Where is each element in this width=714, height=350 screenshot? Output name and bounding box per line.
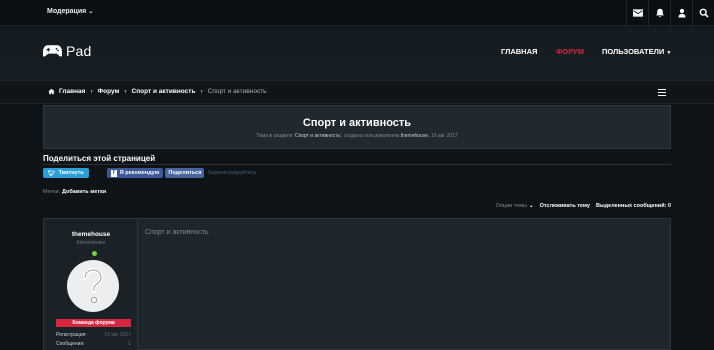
post: themehouse Administrator Команда форума … bbox=[43, 218, 671, 350]
thread-description: Тема в разделе 'Спорт и активность', соз… bbox=[256, 133, 458, 139]
fb-signup-link[interactable]: Зарегистрируйтесь bbox=[207, 170, 256, 176]
moderation-menu[interactable]: Модерация ⌄ bbox=[47, 8, 93, 15]
tweet-label: Твитнуть bbox=[58, 170, 84, 176]
watch-thread-link[interactable]: Отслеживать тему bbox=[540, 203, 590, 209]
fb-recommend-label: Я рекомендую bbox=[119, 170, 160, 176]
breadcrumb: Главная › Форум › Спорт и активность › С… bbox=[48, 88, 267, 95]
home-icon bbox=[48, 88, 55, 95]
desc-prefix: Тема в разделе ' bbox=[256, 133, 295, 139]
facebook-share-button[interactable]: Поделиться bbox=[165, 168, 205, 178]
top-icons bbox=[626, 0, 714, 26]
breadcrumb-forum[interactable]: Форум bbox=[98, 88, 120, 95]
bell-icon[interactable] bbox=[648, 0, 670, 26]
stat-messages-value[interactable]: 1 bbox=[128, 341, 131, 347]
stat-messages-label: Сообщения: bbox=[56, 341, 85, 347]
desc-section-link[interactable]: Спорт и активность bbox=[295, 133, 340, 139]
avatar[interactable] bbox=[67, 260, 119, 312]
breadcrumb-bar: Главная › Форум › Спорт и активность › С… bbox=[0, 80, 714, 104]
fb-share-label: Поделиться bbox=[168, 170, 202, 176]
menu-icon[interactable] bbox=[658, 89, 666, 97]
site-header: Pad ГЛАВНАЯ ФОРУМ ПОЛЬЗОВАТЕЛИ ▼ bbox=[0, 26, 714, 80]
thread-options-menu[interactable]: Опции темы ⌄ bbox=[490, 203, 534, 209]
chevron-down-icon: ⌄ bbox=[88, 9, 94, 15]
thread-options-label: Опции темы bbox=[495, 203, 528, 209]
chevron-right-icon: › bbox=[90, 88, 93, 95]
breadcrumb-home[interactable]: Главная bbox=[59, 88, 85, 95]
nav-members[interactable]: ПОЛЬЗОВАТЕЛИ ▼ bbox=[602, 47, 671, 56]
post-username[interactable]: themehouse bbox=[44, 231, 138, 238]
user-icon[interactable] bbox=[670, 0, 692, 26]
online-status-icon bbox=[92, 251, 97, 256]
chevron-right-icon: › bbox=[200, 88, 203, 95]
facebook-recommend-button[interactable]: fЯ рекомендую bbox=[106, 168, 164, 178]
post-user-title: Administrator bbox=[76, 240, 106, 246]
twitter-icon: 🐦︎ bbox=[48, 170, 56, 177]
nav-home[interactable]: ГЛАВНАЯ bbox=[501, 47, 537, 56]
stat-registered-value: 19 авг 2017 bbox=[104, 332, 131, 338]
chevron-right-icon: › bbox=[124, 88, 127, 95]
logo-text: Pad bbox=[66, 43, 92, 59]
chevron-down-icon: ⌄ bbox=[529, 203, 534, 209]
divider bbox=[43, 164, 671, 165]
top-bar: Модерация ⌄ bbox=[0, 0, 714, 26]
question-mark-icon bbox=[83, 267, 104, 304]
desc-date: 19 авг 2017 bbox=[430, 133, 458, 139]
selected-messages[interactable]: Выделенных сообщений: 0 bbox=[596, 203, 671, 209]
nav-forum[interactable]: ФОРУМ bbox=[556, 47, 584, 56]
thread-header: Спорт и активность Тема в разделе 'Спорт… bbox=[43, 105, 671, 149]
add-tags-link[interactable]: Добавить метки bbox=[62, 189, 106, 195]
tags-row: Метки: Добавить метки bbox=[43, 189, 106, 195]
stat-registered-label: Регистрация: bbox=[56, 332, 87, 338]
gamepad-icon bbox=[43, 45, 62, 57]
search-icon[interactable] bbox=[692, 0, 714, 26]
site-logo[interactable]: Pad bbox=[43, 43, 92, 59]
post-body: Спорт и активность bbox=[145, 229, 209, 236]
tags-label: Метки: bbox=[43, 189, 61, 195]
facebook-icon: f bbox=[110, 169, 117, 177]
staff-banner: Команда форума bbox=[56, 319, 131, 327]
desc-mid: ', создана пользователем bbox=[340, 133, 400, 139]
breadcrumb-current: Спорт и активность bbox=[207, 88, 267, 95]
page-title: Спорт и активность bbox=[302, 117, 412, 129]
stat-messages: Сообщения: 1 bbox=[56, 341, 131, 347]
share-title: Поделиться этой страницей bbox=[43, 154, 156, 163]
tweet-button[interactable]: 🐦︎ Твитнуть bbox=[43, 168, 89, 178]
thread-tools: Опции темы ⌄ Отслеживать тему Выделенных … bbox=[484, 203, 671, 209]
post-user-info: themehouse Administrator Команда форума … bbox=[44, 219, 138, 350]
moderation-label: Модерация bbox=[47, 8, 87, 15]
desc-author-link[interactable]: themehouse bbox=[401, 133, 429, 139]
share-buttons: 🐦︎ Твитнуть fЯ рекомендую Поделиться Заре… bbox=[43, 168, 256, 178]
envelope-icon[interactable] bbox=[626, 0, 648, 26]
caret-down-icon: ▼ bbox=[666, 50, 672, 56]
nav-members-label: ПОЛЬЗОВАТЕЛИ bbox=[602, 47, 665, 56]
stat-registered: Регистрация: 19 авг 2017 bbox=[56, 332, 131, 338]
breadcrumb-category[interactable]: Спорт и активность bbox=[132, 88, 196, 95]
